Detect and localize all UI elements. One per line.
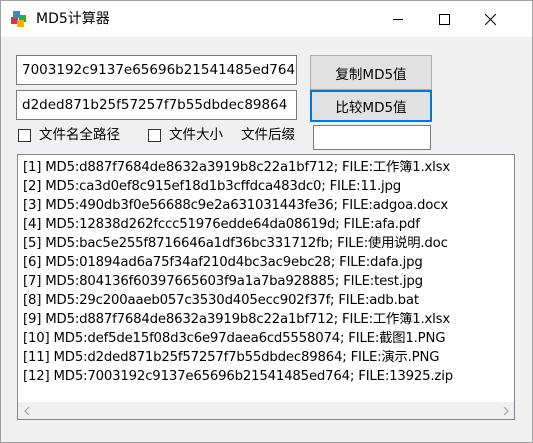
suffix-label: 文件后缀 <box>241 127 295 143</box>
file-size-checkbox[interactable] <box>148 129 161 142</box>
list-item[interactable]: [4] MD5:12838d262fccc51976edde64da08619d… <box>23 215 510 234</box>
full-path-label: 文件名全路径 <box>39 127 120 143</box>
full-path-checkbox[interactable] <box>18 129 31 142</box>
list-item[interactable]: [10] MD5:def5de15f08d3c6e97daea6cd555807… <box>23 329 510 348</box>
app-window: MD5计算器 7003192c9137e65696b21541485ed764 … <box>0 0 533 443</box>
close-icon <box>484 13 496 25</box>
compare-md5-button[interactable]: 比较MD5值 <box>310 90 432 122</box>
close-button[interactable] <box>467 1 513 37</box>
copy-md5-button[interactable]: 复制MD5值 <box>310 55 432 90</box>
file-size-label: 文件大小 <box>169 127 223 143</box>
result-list[interactable]: [1] MD5:d887f7684de8632a3919b8c22a1bf712… <box>17 154 515 420</box>
minimize-button[interactable] <box>375 1 421 37</box>
list-item[interactable]: [9] MD5:d887f7684de8632a3919b8c22a1bf712… <box>23 310 510 329</box>
suffix-input[interactable] <box>313 125 431 150</box>
result-list-items: [1] MD5:d887f7684de8632a3919b8c22a1bf712… <box>23 158 510 401</box>
app-icon <box>10 10 28 28</box>
scroll-left-icon[interactable] <box>18 402 35 419</box>
list-item[interactable]: [2] MD5:ca3d0ef8c915ef18d1b3cffdca483dc0… <box>23 177 510 196</box>
list-item[interactable]: [5] MD5:bac5e255f8716646a1df36bc331712fb… <box>23 234 510 253</box>
md5-input-1[interactable]: 7003192c9137e65696b21541485ed764 <box>16 55 297 85</box>
md5-input-2[interactable]: d2ded871b25f57257f7b55dbdec89864 <box>16 90 297 120</box>
list-item[interactable]: [1] MD5:d887f7684de8632a3919b8c22a1bf712… <box>23 158 510 177</box>
maximize-button[interactable] <box>421 1 467 37</box>
window-title: MD5计算器 <box>36 11 110 27</box>
minimize-icon <box>393 14 403 24</box>
list-item[interactable]: [7] MD5:804136f60397665603f9a1a7ba928885… <box>23 272 510 291</box>
list-item[interactable]: [8] MD5:29c200aaeb057c3530d405ecc902f37f… <box>23 291 510 310</box>
list-item[interactable]: [3] MD5:490db3f0e56688c9e2a631031443fe36… <box>23 196 510 215</box>
maximize-icon <box>438 13 450 25</box>
list-item[interactable]: [11] MD5:d2ded871b25f57257f7b55dbdec8986… <box>23 348 510 367</box>
copy-md5-label: 复制MD5值 <box>335 66 407 83</box>
compare-md5-label: 比较MD5值 <box>335 100 407 116</box>
title-bar[interactable]: MD5计算器 <box>1 1 532 37</box>
scroll-right-icon[interactable] <box>497 402 514 419</box>
horizontal-scrollbar[interactable] <box>18 402 514 419</box>
list-item[interactable]: [6] MD5:01894ad6a75f34af210d4bc3ac9ebc28… <box>23 253 510 272</box>
list-item[interactable]: [12] MD5:7003192c9137e65696b21541485ed76… <box>23 367 510 386</box>
